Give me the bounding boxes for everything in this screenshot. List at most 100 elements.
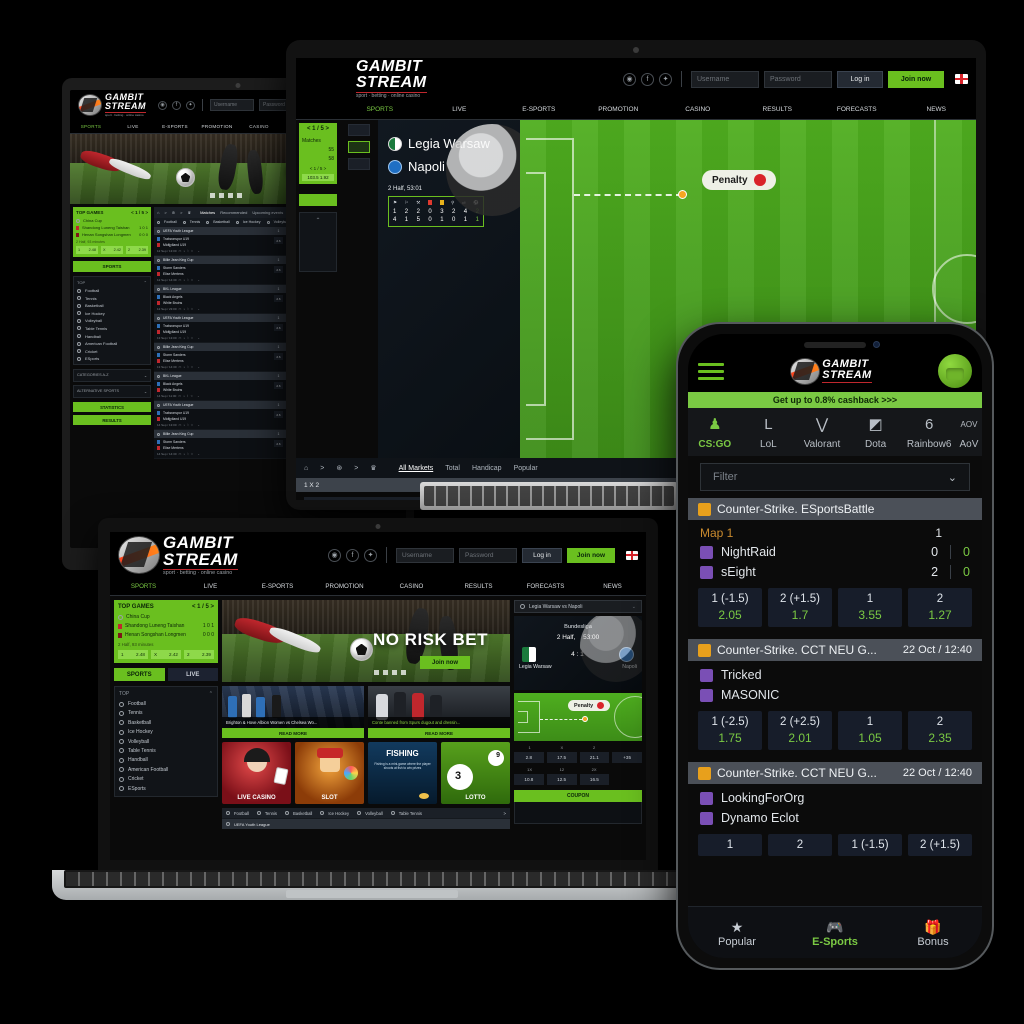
event-header[interactable]: Counter-Strike. ESportsBattle bbox=[688, 498, 982, 520]
nav-item-promotion[interactable]: PROMOTION bbox=[196, 124, 238, 129]
odd-button[interactable]: 1 3.55 bbox=[838, 588, 902, 627]
sidebar-item-table-tennis[interactable]: Table Tennis bbox=[85, 326, 107, 331]
username-input[interactable]: Username bbox=[396, 547, 454, 563]
telegram-icon[interactable]: ◉ bbox=[623, 72, 636, 86]
hamburger-menu-icon[interactable] bbox=[698, 362, 724, 380]
odd-button[interactable]: 2 (+2.5) 2.01 bbox=[768, 711, 832, 750]
sidebar-item-tennis[interactable]: Tennis bbox=[85, 296, 97, 301]
sidebar-item-cricket[interactable]: Cricket bbox=[128, 776, 144, 782]
odd-cell[interactable]: 2.6 bbox=[274, 324, 283, 331]
laptop-hero-banner[interactable]: NO RISK BET Join now bbox=[222, 600, 510, 682]
market-tab-popular[interactable]: Popular bbox=[514, 465, 538, 472]
home-icon[interactable]: ⌂ bbox=[304, 465, 308, 472]
nav-item-forecasts[interactable]: FORECASTS bbox=[817, 106, 897, 113]
news-card[interactable]: Brighton & Hove Albion Women vs Chelsea … bbox=[222, 686, 364, 738]
slider-dot[interactable] bbox=[210, 193, 215, 198]
top-games-pager[interactable]: < 1 / 5 > bbox=[131, 210, 148, 215]
nav-item-results[interactable]: RESULTS bbox=[445, 583, 512, 590]
login-button[interactable]: Log in bbox=[522, 547, 562, 563]
facebook-icon[interactable]: f bbox=[172, 100, 181, 110]
nav-item-live[interactable]: LIVE bbox=[177, 583, 244, 590]
odd-cell[interactable]: 2.6 bbox=[274, 295, 283, 302]
media-thumb-active[interactable] bbox=[348, 141, 370, 153]
home-icon[interactable]: ⌂ bbox=[157, 210, 159, 215]
join-now-button[interactable]: Join now bbox=[567, 547, 615, 563]
news-read-more-button[interactable]: READ MORE bbox=[222, 728, 364, 738]
sidebar-item-basketball[interactable]: Basketball bbox=[85, 303, 103, 308]
market-tab-handicap[interactable]: Handicap bbox=[472, 465, 502, 472]
telegram-icon[interactable]: ◉ bbox=[158, 100, 167, 110]
odd-button[interactable]: 1 (-1.5) 2.05 bbox=[698, 588, 762, 627]
slider-dot[interactable] bbox=[401, 670, 406, 675]
esports-tab-rainbow6[interactable]: 6 Rainbow6 bbox=[902, 416, 956, 452]
odd-cell[interactable]: 16.5 bbox=[579, 774, 610, 785]
sidebar-item-basketball[interactable]: Basketball bbox=[128, 720, 151, 726]
sidebar-item-volleyball[interactable]: Volleyball bbox=[85, 318, 102, 323]
news-read-more-button[interactable]: READ MORE bbox=[368, 728, 510, 738]
sidebar-item-ice-hockey[interactable]: Ice Hockey bbox=[85, 311, 105, 316]
nav-item-sports[interactable]: SPORTS bbox=[110, 583, 177, 590]
filter-basketball[interactable]: Basketball bbox=[285, 811, 312, 816]
odd-cell[interactable]: 10.8 bbox=[514, 774, 544, 785]
casino-tile-live-casino[interactable]: LIVE CASINO bbox=[222, 742, 291, 804]
georgia-flag-icon[interactable] bbox=[955, 74, 968, 84]
filter-football[interactable]: Football bbox=[157, 220, 177, 224]
nav-item-casino[interactable]: CASINO bbox=[658, 106, 738, 113]
odd-cell[interactable]: 2.6 bbox=[274, 266, 283, 273]
nav-item-news[interactable]: NEWS bbox=[579, 583, 646, 590]
georgia-flag-icon[interactable] bbox=[626, 550, 638, 560]
sidebar-item-cricket[interactable]: Cricket bbox=[85, 349, 97, 354]
nav-item-sports[interactable]: SPORTS bbox=[70, 124, 112, 129]
market-tab-total[interactable]: Total bbox=[445, 465, 460, 472]
filter-next-icon[interactable]: > bbox=[504, 811, 506, 816]
odd-cell[interactable]: 2.8 bbox=[514, 752, 544, 763]
sidebar-item-esports[interactable]: ESports bbox=[128, 786, 146, 792]
trophy-icon[interactable]: ♛ bbox=[370, 464, 376, 472]
tabbar-item-e-sports[interactable]: 🎮 E-Sports bbox=[786, 918, 884, 948]
odd-cell[interactable]: 2.6 bbox=[274, 353, 283, 360]
slider-dot[interactable] bbox=[228, 193, 233, 198]
categories-dropdown[interactable]: CATEGORIES A-Z ⌄ bbox=[73, 369, 151, 383]
event-header[interactable]: Counter-Strike. CCT NEU G... 22 Oct / 12:… bbox=[688, 762, 982, 784]
tabbar-item-popular[interactable]: ★ Popular bbox=[688, 918, 786, 948]
sidebar-item-american-football[interactable]: American Football bbox=[128, 767, 168, 773]
statistics-button[interactable]: STATISTICS bbox=[73, 402, 151, 413]
event-header[interactable]: Counter-Strike. CCT NEU G... 22 Oct / 12:… bbox=[688, 639, 982, 661]
odd-button[interactable]: 2 (+1.5) 1.7 bbox=[768, 588, 832, 627]
odd-button[interactable]: 2 bbox=[768, 834, 832, 856]
odd-cell[interactable]: 2.6 bbox=[274, 440, 283, 447]
hero-join-button[interactable]: Join now bbox=[420, 656, 470, 669]
filter-ice-hockey[interactable]: Ice Hockey bbox=[235, 220, 261, 224]
sidebar-tab-sports[interactable]: SPORTS bbox=[73, 261, 151, 272]
filter-select[interactable]: Filter ⌄ bbox=[700, 463, 970, 491]
esports-tab-aov[interactable]: AOV AoV bbox=[956, 416, 982, 452]
hero-slider-dots[interactable] bbox=[210, 193, 242, 198]
football-icon[interactable]: ⊛ bbox=[172, 210, 175, 215]
odd-button-2[interactable]: 2 2.39 bbox=[184, 650, 214, 659]
odd-button-x[interactable]: X 2.42 bbox=[101, 246, 123, 254]
laptop-league-row[interactable]: UEFA Youth League bbox=[222, 819, 510, 829]
casino-tile-slot[interactable]: SLOT bbox=[295, 742, 364, 804]
alternative-sports-dropdown[interactable]: ALTERNATIVE SPORTS ⌄ bbox=[73, 385, 151, 399]
odd-button[interactable]: 1 (-1.5) bbox=[838, 834, 902, 856]
password-input[interactable]: Password bbox=[764, 70, 832, 88]
news-card[interactable]: Conte banned from Spurs dugout and dress… bbox=[368, 686, 510, 738]
twitter-icon[interactable]: ✦ bbox=[659, 72, 672, 86]
filter-football[interactable]: Football bbox=[226, 811, 249, 816]
sidebar-tab-sports[interactable]: SPORTS bbox=[114, 668, 165, 681]
odd-button[interactable]: 1 (-2.5) 1.75 bbox=[698, 711, 762, 750]
twitter-icon[interactable]: ✦ bbox=[364, 548, 377, 562]
trophy-icon[interactable]: ♛ bbox=[187, 210, 191, 215]
casino-tile-fishing[interactable]: FISHING Fishing is a mini-game where the… bbox=[368, 742, 437, 804]
sidebar-item-football[interactable]: Football bbox=[128, 701, 146, 707]
odd-cell[interactable]: 2.6 bbox=[274, 237, 283, 244]
nav-item-forecasts[interactable]: FORECASTS bbox=[512, 583, 579, 590]
odd-cell[interactable]: 21.1 bbox=[579, 752, 610, 763]
sidebar-item-tennis[interactable]: Tennis bbox=[128, 710, 142, 716]
odd-cell-more[interactable]: +35 bbox=[612, 752, 642, 763]
sidebar-item-ice-hockey[interactable]: Ice Hockey bbox=[128, 729, 153, 735]
odd-button[interactable]: 2 1.27 bbox=[908, 588, 972, 627]
sidebar-item-esports[interactable]: ESports bbox=[85, 356, 99, 361]
coupon-button[interactable]: COUPON bbox=[514, 790, 642, 802]
sidebar-item-volleyball[interactable]: Volleyball bbox=[128, 739, 149, 745]
